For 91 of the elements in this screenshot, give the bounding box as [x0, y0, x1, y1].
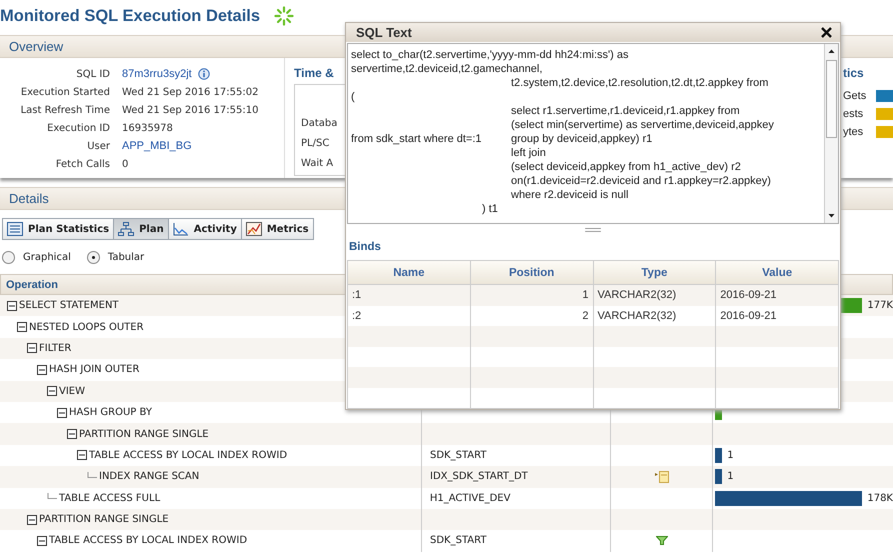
collapse-icon[interactable] — [47, 386, 57, 396]
table-cell: 2016-09-21 — [715, 285, 838, 306]
field-label: SQL ID — [75, 68, 110, 80]
operation-row[interactable]: PARTITION RANGE SINGLE — [0, 423, 893, 445]
collapse-icon[interactable] — [7, 300, 17, 311]
bar-value: 1 — [727, 450, 734, 461]
field-label: Execution Started — [20, 86, 110, 98]
sql-line: servertime,t2.deviceid,t2.gamechannel, — [351, 62, 542, 76]
collapse-icon[interactable] — [37, 536, 47, 546]
object-name: SDK_START — [430, 535, 486, 546]
operation-text: HASH GROUP BY — [69, 407, 152, 418]
metric-label: ests — [843, 108, 864, 120]
table-cell: VARCHAR2(32) — [592, 285, 716, 306]
operation-text: TABLE ACCESS BY LOCAL INDEX ROWID — [49, 535, 248, 546]
field-label: Fetch Calls — [54, 158, 110, 170]
sql-line: group by deviceid,appkey) r1 — [511, 132, 652, 146]
field-label: Last Refresh Time — [20, 104, 110, 116]
collapse-icon[interactable] — [37, 364, 47, 375]
section-tab[interactable]: Plan — [113, 218, 169, 240]
view-radio[interactable]: Tabular — [86, 250, 144, 264]
collapse-icon[interactable] — [27, 514, 37, 525]
metric-label: Wait A — [301, 158, 334, 169]
note-icon[interactable] — [654, 470, 668, 483]
filter-icon[interactable] — [656, 536, 668, 546]
field-value: 16935978 — [122, 122, 173, 134]
value-link[interactable]: 87m3rru3sy2jt — [122, 68, 192, 80]
spinner-icon — [274, 6, 294, 26]
operation-text: PARTITION RANGE SINGLE — [39, 514, 169, 526]
operation-row[interactable]: INDEX RANGE SCAN IDX_SDK_START_DT 1 — [0, 466, 893, 488]
close-icon[interactable] — [821, 26, 832, 38]
object-name: H1_ACTIVE_DEV — [430, 492, 510, 504]
field-value: Wed 21 Sep 2016 17:55:02 — [122, 86, 258, 98]
info-icon[interactable] — [198, 68, 210, 80]
bar-value: 177K — [867, 300, 893, 312]
line-chart-icon — [172, 222, 189, 236]
sql-line: (select min(servertime) as servertime,deviceid,appkey — [511, 118, 774, 132]
sql-line: select r1.servertime,r1.deviceid,r1.appkey from — [511, 104, 740, 118]
operation-text: NESTED LOOPS OUTER — [29, 322, 144, 333]
operation-text: HASH JOIN OUTER — [49, 364, 140, 376]
object-name: IDX_SDK_START_DT — [430, 471, 528, 482]
column-header: Position — [470, 261, 592, 284]
field-label: Execution ID — [46, 122, 110, 134]
collapse-icon[interactable] — [57, 408, 67, 418]
bar-value: 178K — [867, 492, 893, 504]
value-link[interactable]: APP_MBI_BG — [122, 140, 192, 152]
column-header: Type — [592, 261, 716, 284]
sql-line: from sdk_start where dt=:1 — [351, 132, 483, 146]
column-header: Value — [715, 261, 838, 284]
collapse-icon[interactable] — [27, 343, 37, 354]
field-label: User — [86, 140, 110, 152]
collapse-icon[interactable] — [77, 450, 87, 460]
operation-text: TABLE ACCESS BY LOCAL INDEX ROWID — [89, 450, 288, 461]
operation-text: TABLE ACCESS FULL — [59, 492, 160, 504]
sql-line: where r2.deviceid is null — [511, 188, 628, 202]
table-cell-text: :2 — [351, 308, 362, 324]
sql-line: on(r1.deviceid=r2.deviceid and r1.appkey=r2.appkey) — [511, 174, 771, 188]
section-tab[interactable]: Metrics — [240, 218, 314, 240]
metric-label: Gets — [843, 90, 868, 102]
section-tab[interactable]: Activity — [168, 218, 242, 240]
section-title: Binds — [349, 241, 382, 253]
field-value: 0 — [122, 158, 128, 170]
bar-value: 1 — [727, 471, 734, 482]
sql-line: left join — [511, 146, 546, 160]
sql-text-area[interactable] — [347, 42, 839, 224]
chart-icon — [246, 222, 262, 236]
metric-label: Databa — [301, 118, 338, 129]
page-title: Monitored SQL Execution Details — [0, 6, 260, 26]
collapse-icon[interactable] — [67, 429, 77, 440]
field-value: Wed 21 Sep 2016 17:55:10 — [122, 104, 258, 116]
tree-icon — [118, 222, 134, 236]
object-name: SDK_START — [430, 450, 486, 461]
panel-title: tics — [843, 66, 865, 80]
scrollbar[interactable] — [824, 44, 838, 224]
sql-line: t2.system,t2.device,t2.resolution,t2.dt,t2.appkey from — [511, 76, 768, 90]
operation-text: FILTER — [39, 342, 72, 354]
operation-text: INDEX RANGE SCAN — [99, 471, 200, 482]
panel-title: Time & — [294, 66, 334, 80]
collapse-icon[interactable] — [17, 322, 27, 332]
sql-line: ( — [351, 90, 355, 104]
section-tab[interactable]: Plan Statistics — [2, 218, 114, 240]
operation-row[interactable]: PARTITION RANGE SINGLE — [0, 508, 893, 530]
operation-text: SELECT STATEMENT — [19, 300, 119, 312]
operation-text: VIEW — [59, 386, 85, 397]
sql-line: (select deviceid,appkey from h1_active_dev) r2 — [511, 160, 741, 174]
list-icon — [7, 222, 23, 236]
view-radio[interactable]: Graphical — [2, 250, 71, 264]
metric-label: ytes — [843, 126, 864, 138]
operation-row[interactable]: TABLE ACCESS BY LOCAL INDEX ROWID SDK_START — [0, 530, 893, 552]
table-cell: 1 — [470, 285, 592, 306]
operation-text: PARTITION RANGE SINGLE — [79, 428, 209, 440]
resize-grip-icon[interactable] — [585, 228, 601, 232]
